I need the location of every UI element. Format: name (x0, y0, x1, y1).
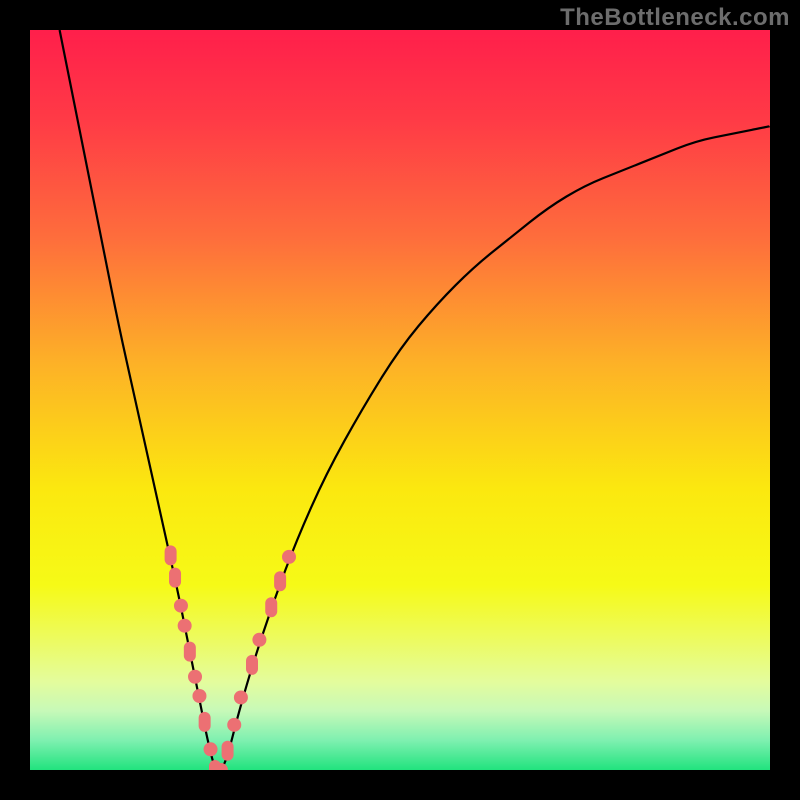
marker-point (178, 619, 192, 633)
gradient-background (30, 30, 770, 770)
marker-point (246, 655, 258, 675)
marker-point (234, 690, 248, 704)
bottleneck-curve-plot (30, 30, 770, 770)
watermark-text: TheBottleneck.com (560, 4, 790, 32)
marker-point (165, 545, 177, 565)
marker-point (252, 633, 266, 647)
marker-point (227, 718, 241, 732)
marker-point (174, 599, 188, 613)
marker-point (274, 571, 286, 591)
marker-point (265, 597, 277, 617)
marker-point (222, 741, 234, 761)
marker-point (199, 712, 211, 732)
marker-point (282, 550, 296, 564)
marker-point (188, 670, 202, 684)
chart-container: TheBottleneck.com (0, 0, 800, 800)
marker-point (204, 742, 218, 756)
marker-point (192, 689, 206, 703)
marker-point (169, 568, 181, 588)
marker-point (184, 642, 196, 662)
